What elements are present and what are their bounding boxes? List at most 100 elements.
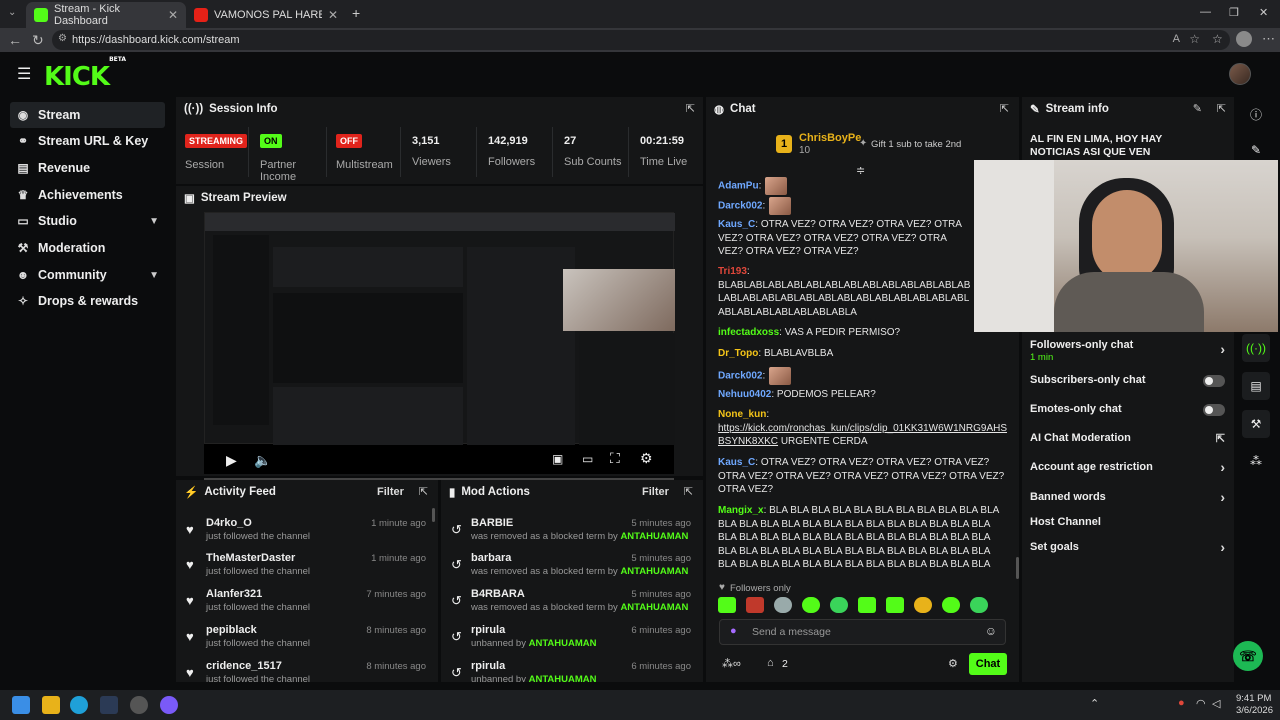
moderator-name[interactable]: ANTAHUAMAN bbox=[529, 674, 597, 682]
hamburger-menu-icon[interactable]: ☰ bbox=[17, 64, 31, 84]
kick-logo[interactable]: KICKBETA bbox=[44, 56, 126, 92]
emote-icon[interactable] bbox=[914, 597, 932, 613]
chat-send-button[interactable]: Chat bbox=[969, 653, 1007, 675]
sidebar-item-stream[interactable]: ◉ Stream bbox=[10, 102, 165, 128]
collections-icon[interactable]: ☆ bbox=[1212, 32, 1223, 46]
activity-user[interactable]: Alanfer321 bbox=[206, 588, 262, 600]
refresh-icon[interactable]: ↻ bbox=[32, 32, 44, 49]
chat-username[interactable]: Mangix_x bbox=[718, 505, 764, 516]
host-channel-row[interactable]: Host Channel bbox=[1030, 516, 1225, 528]
layout-tool-icon[interactable]: ▤ bbox=[1242, 372, 1270, 400]
edge-browser-icon[interactable] bbox=[70, 696, 88, 714]
pop-out-icon[interactable]: ⇱ bbox=[1000, 102, 1009, 115]
top-gifter-name[interactable]: ChrisBoyPe bbox=[799, 132, 861, 144]
chat-username[interactable]: None_kun bbox=[718, 409, 766, 420]
close-tab-icon[interactable]: ✕ bbox=[328, 8, 338, 22]
emote-icon[interactable] bbox=[802, 597, 820, 613]
chat-username[interactable]: AdamPu bbox=[718, 181, 759, 192]
minimize-icon[interactable]: — bbox=[1200, 6, 1211, 18]
mod-action-term[interactable]: rpirula bbox=[471, 624, 505, 636]
activity-user[interactable]: TheMasterDaster bbox=[206, 552, 295, 564]
maximize-icon[interactable]: ❐ bbox=[1229, 6, 1239, 19]
user-avatar[interactable] bbox=[1229, 63, 1251, 85]
pop-out-icon[interactable]: ⇱ bbox=[1217, 102, 1226, 115]
emote-icon[interactable] bbox=[942, 597, 960, 613]
emoji-picker-icon[interactable]: ☺ bbox=[985, 624, 997, 638]
edit-pencil-icon[interactable]: ✎ bbox=[1193, 102, 1202, 115]
chat-username[interactable]: Dr_Topo bbox=[718, 348, 758, 359]
chat-username[interactable]: infectadxoss bbox=[718, 327, 779, 338]
play-icon[interactable]: ▶ bbox=[226, 452, 237, 469]
followers-only-chat-row[interactable]: Followers-only chat 1 min › bbox=[1030, 339, 1225, 363]
profile-avatar[interactable] bbox=[1236, 31, 1252, 47]
chat-username[interactable]: Darck002 bbox=[718, 201, 762, 212]
chat-users-icon[interactable]: ⁂∞ bbox=[722, 657, 741, 670]
subscribers-only-toggle[interactable] bbox=[1203, 375, 1225, 387]
read-aloud-icon[interactable]: A bbox=[1173, 33, 1180, 45]
chat-scrollbar[interactable] bbox=[1016, 557, 1019, 579]
community-tool-icon[interactable]: ⁂ bbox=[1242, 447, 1270, 475]
emote-icon[interactable] bbox=[774, 597, 792, 613]
moderator-name[interactable]: ANTAHUAMAN bbox=[620, 566, 688, 577]
moderator-name[interactable]: ANTAHUAMAN bbox=[620, 602, 688, 613]
clock-time[interactable]: 9:41 PM bbox=[1236, 693, 1271, 704]
gift-prompt[interactable]: Gift 1 sub to take 2nd bbox=[871, 139, 961, 150]
sidebar-item-community[interactable]: ☻ Community ▼ bbox=[10, 262, 165, 288]
sidebar-item-achievements[interactable]: ♛ Achievements bbox=[10, 182, 165, 208]
chat-username[interactable]: Darck002 bbox=[718, 371, 762, 382]
chat-username[interactable]: Nehuu0402 bbox=[718, 389, 771, 400]
moderator-name[interactable]: ANTAHUAMAN bbox=[620, 531, 688, 542]
video-player[interactable]: ▶ 🔈 ▣ ▭ ⛶ ⚙ bbox=[204, 212, 675, 480]
chat-settings-gear-icon[interactable]: ⚙ bbox=[948, 657, 958, 670]
emotes-only-toggle[interactable] bbox=[1203, 404, 1225, 416]
tab-kick-dashboard[interactable]: Stream - Kick Dashboard ✕ bbox=[26, 2, 186, 28]
tray-overflow-icon[interactable]: ⌃ bbox=[1090, 697, 1099, 710]
new-tab-icon[interactable]: + bbox=[352, 5, 360, 21]
emote-icon[interactable] bbox=[970, 597, 988, 613]
back-icon[interactable]: ← bbox=[8, 32, 22, 48]
microphone-icon[interactable]: ● bbox=[730, 625, 737, 637]
collapse-pinned-icon[interactable]: ≑ bbox=[856, 164, 865, 177]
volume-icon[interactable]: 🔈 bbox=[254, 452, 271, 469]
pop-out-icon[interactable]: ⇱ bbox=[684, 485, 693, 498]
file-explorer-icon[interactable] bbox=[42, 696, 60, 714]
set-goals-row[interactable]: Set goals › bbox=[1030, 539, 1225, 555]
emote-icon[interactable] bbox=[718, 597, 736, 613]
scrollbar[interactable] bbox=[432, 508, 435, 522]
moderator-name[interactable]: ANTAHUAMAN bbox=[529, 638, 597, 649]
chat-username[interactable]: Tri193 bbox=[718, 266, 747, 277]
clock-date[interactable]: 3/6/2026 bbox=[1236, 705, 1273, 716]
activity-user[interactable]: cridence_1517 bbox=[206, 660, 282, 672]
emote-icon[interactable] bbox=[830, 597, 848, 613]
pop-out-icon[interactable]: ⇱ bbox=[419, 485, 428, 498]
broadcast-tool-icon[interactable]: ((·)) bbox=[1242, 334, 1270, 362]
filter-button[interactable]: Filter bbox=[377, 486, 404, 498]
volume-tray-icon[interactable]: ◁ bbox=[1212, 697, 1220, 710]
activity-user[interactable]: pepiblack bbox=[206, 624, 257, 636]
steam-icon[interactable] bbox=[100, 696, 118, 714]
microphone-tray-icon[interactable]: ● bbox=[1178, 697, 1185, 709]
discord-icon[interactable] bbox=[160, 696, 178, 714]
sidebar-item-stream-url-key[interactable]: ⚭ Stream URL & Key bbox=[10, 128, 165, 154]
ai-chat-moderation-row[interactable]: AI Chat Moderation ⇱ bbox=[1030, 432, 1225, 445]
emote-icon[interactable] bbox=[858, 597, 876, 613]
chat-username[interactable]: Kaus_C bbox=[718, 219, 755, 230]
chat-input[interactable]: ● Send a message ☺ bbox=[719, 619, 1006, 645]
info-icon[interactable]: ⓘ bbox=[1242, 100, 1270, 128]
windows-start-icon[interactable] bbox=[12, 696, 30, 714]
gift-box-icon[interactable]: ⌂ bbox=[767, 657, 774, 669]
mod-action-term[interactable]: rpirula bbox=[471, 660, 505, 672]
edit-icon[interactable]: ✎ bbox=[1242, 136, 1270, 164]
theater-icon[interactable]: ▭ bbox=[582, 452, 593, 466]
chat-username[interactable]: Kaus_C bbox=[718, 457, 755, 468]
tab-list-icon[interactable]: ⌄ bbox=[8, 7, 16, 18]
banned-words-row[interactable]: Banned words › bbox=[1030, 489, 1225, 505]
sidebar-item-studio[interactable]: ▭ Studio ▼ bbox=[10, 208, 165, 234]
activity-user[interactable]: D4rko_O bbox=[206, 517, 252, 529]
wifi-icon[interactable]: ◠ bbox=[1196, 697, 1206, 710]
emote-icon[interactable] bbox=[886, 597, 904, 613]
support-chat-icon[interactable]: ☏ bbox=[1233, 641, 1263, 671]
wrench-tool-icon[interactable]: ⚒ bbox=[1242, 410, 1270, 438]
favorite-icon[interactable]: ☆ bbox=[1189, 32, 1200, 46]
site-info-icon[interactable]: ⚙ bbox=[58, 33, 67, 44]
